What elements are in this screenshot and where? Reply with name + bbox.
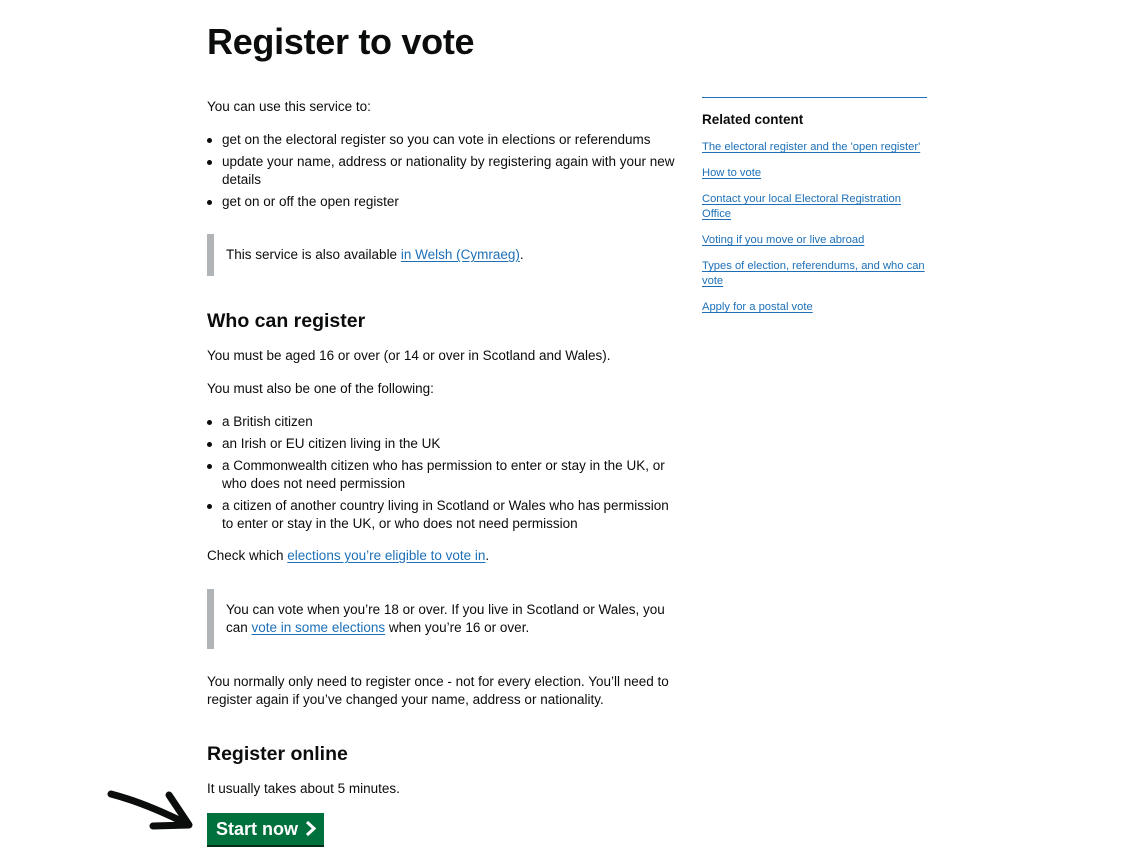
- uses-list: get on the electoral register so you can…: [207, 131, 677, 215]
- vote-age-notice: You can vote when you’re 18 or over. If …: [207, 589, 686, 649]
- some-elections-link[interactable]: vote in some elections: [252, 620, 386, 635]
- age-text: You must be aged 16 or over (or 14 or ov…: [207, 348, 611, 363]
- vote-notice-suffix: when you’re 16 or over.: [385, 620, 530, 635]
- list-item: a citizen of another country living in S…: [207, 497, 677, 533]
- related-content-heading: Related content: [702, 112, 804, 127]
- check-prefix: Check which: [207, 548, 288, 563]
- also-text: You must also be one of the following:: [207, 381, 434, 396]
- welsh-notice: This service is also available in Welsh …: [207, 234, 686, 276]
- related-link[interactable]: The electoral register and the 'open reg…: [702, 140, 927, 155]
- annotation-arrow-icon: [107, 790, 193, 830]
- related-link[interactable]: Voting if you move or live abroad: [702, 233, 927, 248]
- register-online-heading: Register online: [207, 743, 348, 765]
- intro-text: You can use this service to:: [207, 99, 371, 114]
- eligible-elections-link[interactable]: elections you’re eligible to vote in: [287, 548, 485, 563]
- welsh-link[interactable]: in Welsh (Cymraeg): [401, 247, 520, 262]
- related-link[interactable]: Apply for a postal vote: [702, 300, 927, 315]
- welsh-notice-prefix: This service is also available: [226, 247, 401, 262]
- list-item: an Irish or EU citizen living in the UK: [207, 435, 677, 453]
- start-now-label: Start now: [216, 819, 299, 839]
- related-link[interactable]: Types of election, referendums, and who …: [702, 259, 927, 289]
- eligibility-list: a British citizen an Irish or EU citizen…: [207, 413, 677, 537]
- chevron-right-icon: [305, 821, 316, 836]
- check-text: Check which elections you’re eligible to…: [207, 547, 683, 565]
- check-suffix: .: [485, 548, 490, 563]
- start-now-button[interactable]: Start now: [207, 813, 324, 845]
- welsh-notice-suffix: .: [519, 247, 524, 262]
- list-item: get on or off the open register: [207, 193, 677, 211]
- related-link[interactable]: How to vote: [702, 166, 927, 181]
- related-links: The electoral register and the 'open reg…: [702, 140, 927, 326]
- who-can-register-heading: Who can register: [207, 310, 366, 332]
- list-item: get on the electoral register so you can…: [207, 131, 677, 149]
- related-content-sidebar: Related content The electoral register a…: [702, 97, 927, 313]
- register-once-text: You normally only need to register once …: [207, 674, 669, 707]
- list-item: update your name, address or nationality…: [207, 153, 677, 189]
- list-item: a British citizen: [207, 413, 677, 431]
- related-link[interactable]: Contact your local Electoral Registratio…: [702, 192, 927, 222]
- time-text: It usually takes about 5 minutes.: [207, 781, 400, 796]
- list-item: a Commonwealth citizen who has permissio…: [207, 457, 677, 493]
- page-title: Register to vote: [207, 21, 475, 62]
